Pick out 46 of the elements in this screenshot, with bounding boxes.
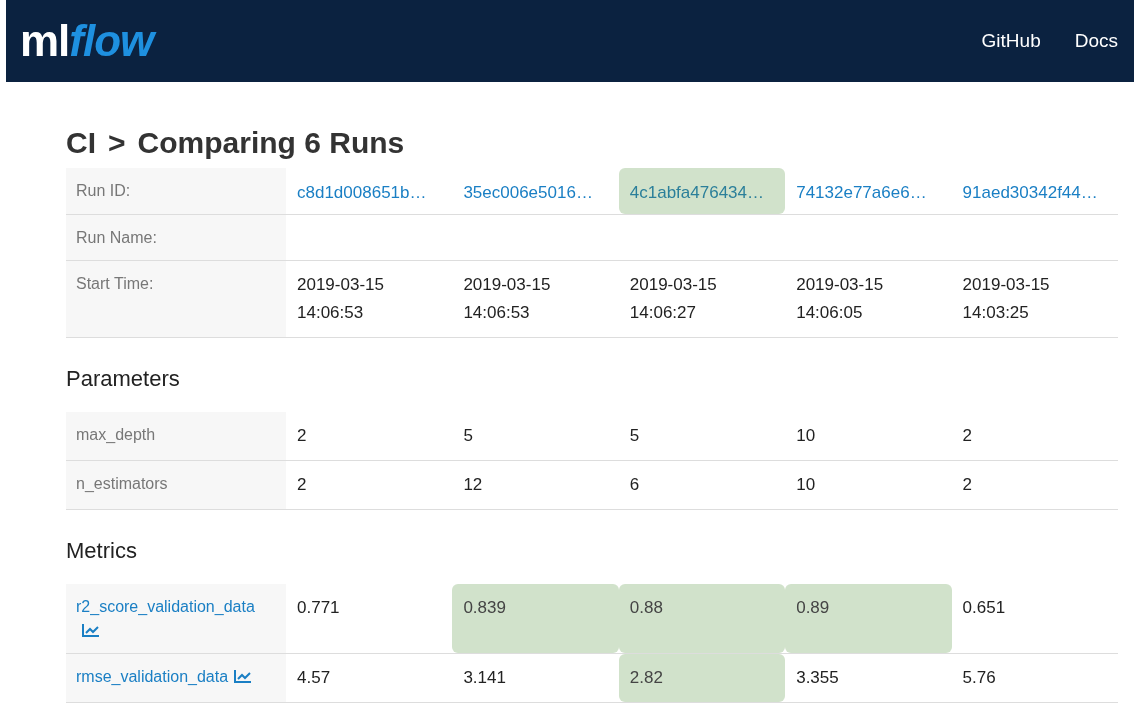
table-cell-text: 10 — [795, 474, 817, 497]
metric-link[interactable]: rmse_validation_data — [66, 653, 286, 702]
row-label: Start Time: — [66, 261, 286, 338]
table-cell-text: 0.771 — [296, 597, 341, 620]
row-label: max_depth — [66, 412, 286, 461]
breadcrumb-separator: > — [108, 126, 126, 160]
table-cell-text: 2 — [961, 474, 974, 497]
table-cell-text: 3.141 — [462, 666, 507, 689]
table-cell-text: 5.76 — [961, 666, 997, 689]
table-cell-text: 2019-03-15 14:06:53 — [296, 274, 385, 325]
chart-icon[interactable] — [82, 622, 100, 637]
nav-link[interactable]: GitHub — [981, 30, 1041, 52]
run-id-link[interactable]: 74132e77a6e6… — [785, 168, 952, 215]
table-cell-text: 2 — [296, 474, 308, 497]
run-id-link[interactable]: 4c1abfa476434… — [618, 168, 786, 215]
table-cell-text: 12 — [462, 474, 484, 497]
table-cell-text: 2 — [296, 425, 308, 448]
table-cell: 2.82 — [618, 653, 786, 702]
table-cell-text: 2 — [961, 425, 974, 448]
table-cell-text: 2019-03-15 14:03:25 — [961, 274, 1051, 325]
section-heading: Metrics — [66, 537, 138, 566]
table-cell-text: 2019-03-15 14:06:05 — [795, 274, 885, 325]
table-cell: 0.839 — [452, 584, 619, 653]
table-cell: 0.88 — [618, 584, 786, 653]
table-cell-text: 0.651 — [961, 597, 1007, 620]
page-title: Comparing 6 Runs — [137, 126, 405, 160]
table-cell-text: 5 — [462, 425, 474, 448]
table-cell: 0.89 — [785, 584, 952, 653]
section-heading: Parameters — [66, 365, 181, 394]
breadcrumb-link[interactable]: CI — [66, 126, 96, 160]
table-cell-text: 5 — [628, 425, 641, 448]
metric-link[interactable]: r2_score_validation_data — [66, 584, 286, 653]
run-id-link[interactable]: 35ec006e5016… — [452, 168, 619, 215]
table-cell-text: 6 — [628, 474, 641, 497]
chart-icon[interactable] — [234, 668, 253, 683]
table-cell-text: 10 — [795, 425, 817, 448]
row-label: Run Name: — [66, 215, 286, 261]
table-cell-text: 2019-03-15 14:06:27 — [628, 274, 718, 325]
row-label: Run ID: — [66, 168, 286, 215]
table-cell-text: 3.355 — [795, 666, 840, 689]
run-id-link[interactable]: 91aed30342f44… — [951, 168, 1118, 215]
table-cell-text: 4.57 — [296, 666, 332, 689]
table-cell-text: 2019-03-15 14:06:53 — [462, 274, 552, 325]
nav-link[interactable]: Docs — [1074, 30, 1118, 52]
row-label: n_estimators — [66, 461, 286, 510]
run-id-link[interactable]: c8d1d008651b… — [286, 168, 453, 215]
